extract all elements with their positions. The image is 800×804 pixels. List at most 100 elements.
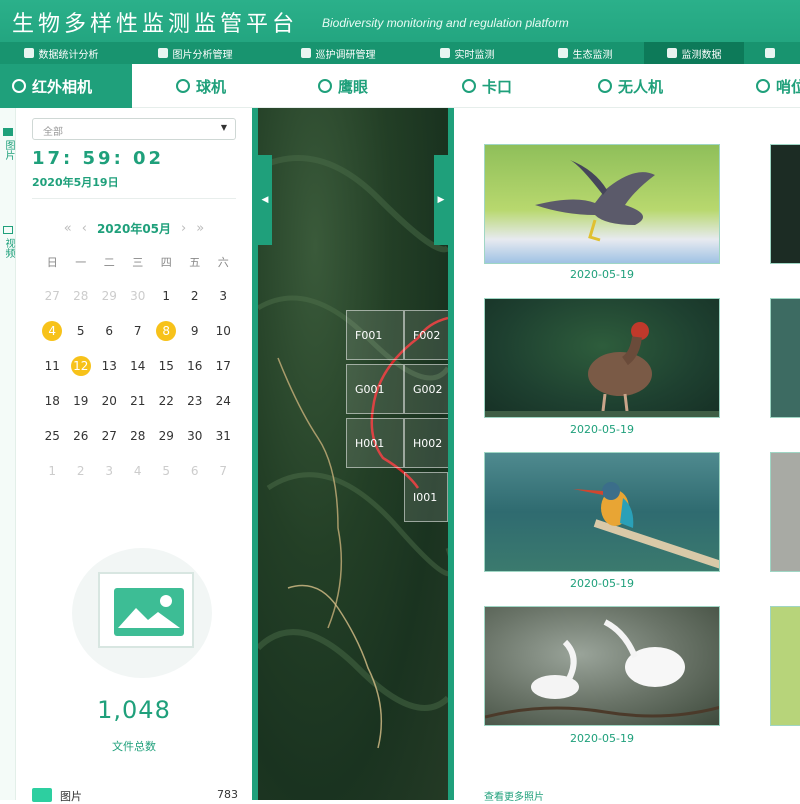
calendar-day[interactable]: 13 [95, 359, 124, 394]
tab-infrared-camera[interactable]: 红外相机 [0, 64, 132, 108]
grid-cell[interactable]: F002 [404, 310, 448, 360]
next-year-icon[interactable]: » [196, 221, 204, 236]
calendar-day-number: 12 [70, 356, 91, 376]
camera-filter-select[interactable]: 全部 ▼ [32, 118, 236, 140]
tab-sentry[interactable]: 哨位 [756, 64, 800, 108]
calendar-day-number: 1 [48, 464, 57, 478]
calendar-day[interactable]: 21 [124, 394, 153, 429]
view-more-link[interactable]: 查看更多照片 [484, 788, 544, 803]
grid-cell[interactable]: H002 [404, 418, 448, 468]
grid-cell[interactable]: F001 [346, 310, 404, 360]
database-icon [666, 48, 677, 58]
calendar-day[interactable]: 8 [152, 321, 181, 359]
calendar-day[interactable]: 25 [38, 429, 67, 464]
calendar-day[interactable]: 5 [67, 324, 96, 359]
image-icon [157, 48, 168, 58]
calendar-day-number: 3 [219, 289, 228, 303]
grid-cell[interactable]: I001 [404, 472, 448, 522]
calendar-day-number: 7 [219, 464, 228, 478]
tab-checkpoint[interactable]: 卡口 [462, 64, 512, 108]
calendar-day[interactable]: 7 [124, 324, 153, 359]
nav-item-monitoring-data[interactable]: 监测数据 [644, 42, 744, 64]
calendar-day[interactable]: 18 [38, 394, 67, 429]
photo-thumbnail[interactable] [484, 606, 720, 726]
grid-cell[interactable]: H001 [346, 418, 404, 468]
calendar-day[interactable]: 12 [67, 356, 96, 394]
calendar-day[interactable]: 28 [67, 289, 96, 324]
tab-label: 红外相机 [32, 77, 93, 96]
nav-item-stats[interactable]: 数据统计分析 [0, 42, 122, 64]
calendar-day[interactable]: 20 [95, 394, 124, 429]
prev-year-icon[interactable]: « [64, 221, 72, 236]
satellite-map[interactable]: F001 F002 G001 G002 H001 H002 I001 [258, 108, 448, 800]
calendar-day[interactable]: 19 [67, 394, 96, 429]
nav-item-patrol[interactable]: 巡护调研管理 [268, 42, 408, 64]
camera-signal-icon [12, 79, 26, 93]
calendar-day[interactable]: 1 [152, 289, 181, 324]
calendar-day[interactable]: 3 [209, 289, 238, 324]
calendar-day[interactable]: 1 [38, 464, 67, 499]
calendar-day-number: 25 [44, 429, 60, 443]
calendar-day[interactable]: 28 [124, 429, 153, 464]
calendar-day[interactable]: 4 [38, 321, 67, 359]
calendar-day[interactable]: 10 [209, 324, 238, 359]
calendar-day[interactable]: 29 [95, 289, 124, 324]
calendar-weekday: 五 [189, 256, 201, 269]
calendar-day[interactable]: 6 [181, 464, 210, 499]
calendar-day[interactable]: 30 [124, 289, 153, 324]
calendar-day-number: 2 [76, 464, 85, 478]
tab-drone[interactable]: 无人机 [598, 64, 663, 108]
tab-eagle-eye[interactable]: 鹰眼 [318, 64, 368, 108]
next-month-icon[interactable]: › [181, 221, 186, 236]
calendar-day[interactable]: 22 [152, 394, 181, 429]
grid-cell[interactable]: G001 [346, 364, 404, 414]
calendar-day[interactable]: 17 [209, 359, 238, 394]
calendar-day[interactable]: 9 [181, 324, 210, 359]
calendar-day[interactable]: 11 [38, 359, 67, 394]
calendar-day[interactable]: 14 [124, 359, 153, 394]
photo-thumbnail[interactable] [484, 452, 720, 572]
pictures-toggle[interactable]: 图片 [0, 128, 16, 160]
calendar-day[interactable]: 23 [181, 394, 210, 429]
calendar-day[interactable]: 26 [67, 429, 96, 464]
calendar-day-number: 21 [130, 394, 146, 408]
calendar-day[interactable]: 16 [181, 359, 210, 394]
calendar-day[interactable]: 5 [152, 464, 181, 499]
calendar-day[interactable]: 27 [95, 429, 124, 464]
photo-date: 2020-05-19 [570, 268, 634, 281]
calendar-day[interactable]: 31 [209, 429, 238, 464]
calendar-day-number: 31 [215, 429, 231, 443]
calendar-day[interactable]: 6 [95, 324, 124, 359]
photo-thumbnail[interactable] [770, 452, 800, 572]
calendar-day[interactable]: 27 [38, 289, 67, 324]
collapse-right-button[interactable]: ▶ [434, 155, 448, 245]
nav-item-more[interactable] [744, 42, 800, 64]
photo-thumbnail[interactable] [484, 298, 720, 418]
calendar-day[interactable]: 2 [181, 289, 210, 324]
grid-cell[interactable]: G002 [404, 364, 448, 414]
calendar-day[interactable]: 15 [152, 359, 181, 394]
calendar-weekday: 日 [46, 256, 58, 269]
nav-item-image-analysis[interactable]: 图片分析管理 [122, 42, 268, 64]
photo-thumbnail[interactable] [770, 144, 800, 264]
calendar-day[interactable]: 4 [124, 464, 153, 499]
calendar-day-number: 10 [215, 324, 231, 338]
files-illustration [64, 548, 224, 678]
tab-dome-camera[interactable]: 球机 [176, 64, 226, 108]
prev-month-icon[interactable]: ‹ [82, 221, 87, 236]
nav-item-ecology[interactable]: 生态监测 [526, 42, 644, 64]
calendar-day[interactable]: 24 [209, 394, 238, 429]
calendar-day[interactable]: 29 [152, 429, 181, 464]
calendar-day-number: 20 [101, 394, 117, 408]
collapse-left-button[interactable]: ◀ [258, 155, 272, 245]
video-toggle[interactable]: 视频 [0, 226, 16, 258]
photo-thumbnail[interactable] [484, 144, 720, 264]
calendar-day[interactable]: 3 [95, 464, 124, 499]
calendar-day[interactable]: 7 [209, 464, 238, 499]
nav-item-realtime[interactable]: 实时监测 [408, 42, 526, 64]
calendar-day[interactable]: 2 [67, 464, 96, 499]
photo-thumbnail[interactable] [770, 298, 800, 418]
photo-gallery: 2020-05-19 2020-05-19 2020-05-19 2020-05… [454, 108, 800, 803]
calendar-day[interactable]: 30 [181, 429, 210, 464]
photo-thumbnail[interactable] [770, 606, 800, 726]
